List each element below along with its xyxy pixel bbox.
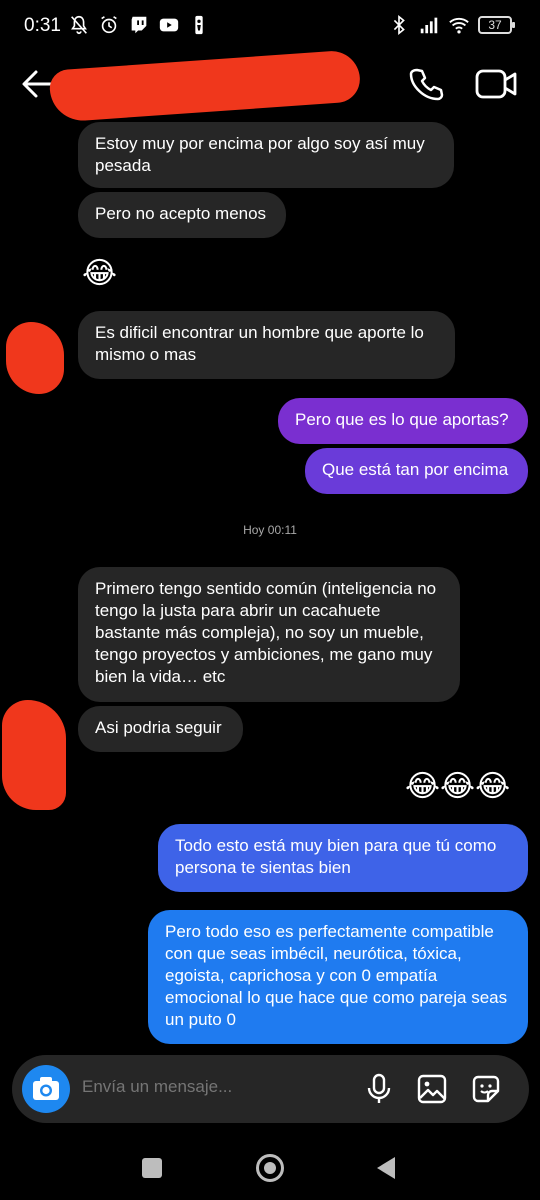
- message-incoming[interactable]: Primero tengo sentido común (inteligenci…: [78, 567, 460, 702]
- redacted-avatar: [6, 322, 64, 394]
- message-composer: [12, 1055, 529, 1123]
- bluetooth-icon: [393, 15, 405, 35]
- system-nav-bar: [0, 1140, 540, 1200]
- redacted-avatar: [2, 700, 66, 810]
- image-icon[interactable]: [416, 1073, 448, 1105]
- status-time: 0:31: [24, 15, 61, 36]
- alarm-icon: [101, 16, 117, 34]
- status-bar: 0:31 37: [0, 0, 540, 52]
- message-outgoing-emoji[interactable]: 😂😂😂: [405, 770, 510, 804]
- status-icons-left: [68, 14, 210, 36]
- timestamp: Hoy 00:11: [243, 523, 297, 537]
- message-incoming[interactable]: Estoy muy por encima por algo soy así mu…: [78, 122, 454, 188]
- message-incoming[interactable]: Es dificil encontrar un hombre que aport…: [78, 311, 455, 379]
- nba-icon: [195, 15, 203, 35]
- message-outgoing[interactable]: Todo esto está muy bien para que tú como…: [158, 824, 528, 892]
- message-incoming[interactable]: Asi podria seguir: [78, 706, 243, 752]
- battery-icon: 37: [478, 16, 515, 34]
- microphone-icon[interactable]: [364, 1073, 394, 1105]
- youtube-icon: [159, 18, 179, 32]
- message-outgoing[interactable]: Pero todo eso es perfectamente compatibl…: [148, 910, 528, 1044]
- status-icons-right: 37: [388, 14, 515, 36]
- message-incoming-emoji[interactable]: 😂: [82, 257, 117, 291]
- home-button[interactable]: [256, 1154, 284, 1182]
- recents-button[interactable]: [142, 1158, 162, 1178]
- redacted-contact-name: [48, 49, 362, 123]
- wifi-icon: [449, 17, 469, 34]
- video-camera-icon[interactable]: [474, 66, 518, 102]
- message-input[interactable]: [82, 1077, 342, 1097]
- message-outgoing[interactable]: Pero que es lo que aportas?: [278, 398, 528, 444]
- twitch-icon: [131, 16, 147, 34]
- sticker-icon[interactable]: [470, 1073, 502, 1105]
- message-incoming[interactable]: Pero no acepto menos: [78, 192, 286, 238]
- signal-icon: [420, 17, 438, 34]
- back-button[interactable]: [377, 1157, 395, 1179]
- message-outgoing[interactable]: Que está tan por encima: [305, 448, 528, 494]
- camera-button[interactable]: [22, 1065, 70, 1113]
- phone-icon[interactable]: [408, 66, 444, 102]
- camera-icon: [33, 1077, 59, 1100]
- mute-bell-icon: [71, 15, 87, 35]
- chat-header: [0, 49, 540, 123]
